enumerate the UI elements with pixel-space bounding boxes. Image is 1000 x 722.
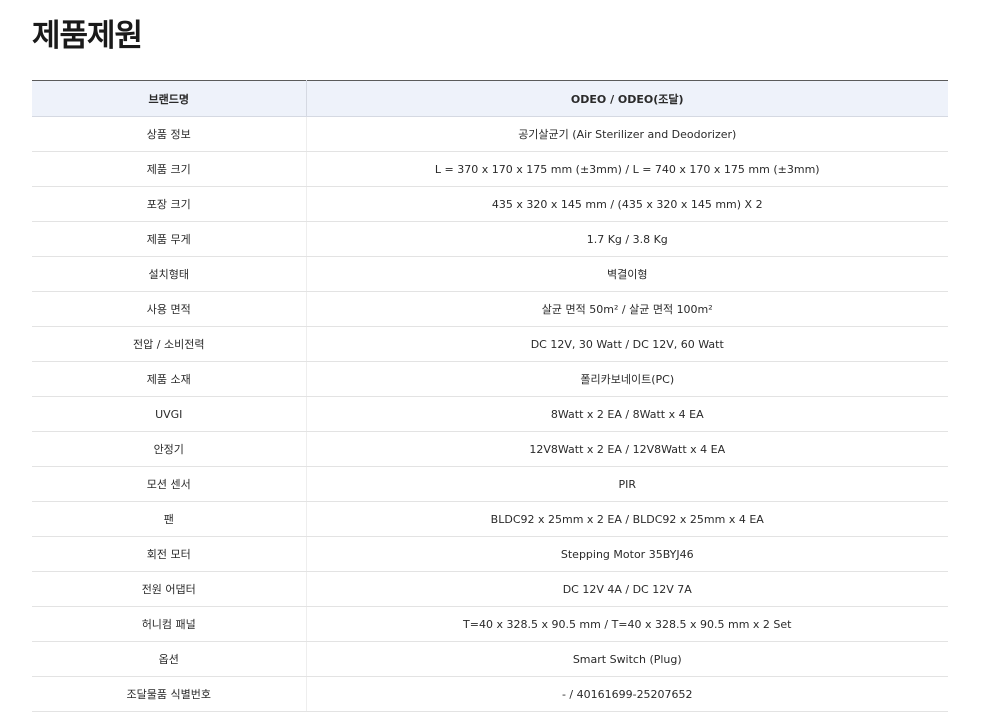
row-value: 폴리카보네이트(PC) [306,361,948,397]
row-value: DC 12V 4A / DC 12V 7A [306,571,948,607]
row-label: 옵션 [32,641,307,677]
table-row: 모션 센서 PIR [32,466,948,502]
table-row: 전원 어댑터 DC 12V 4A / DC 12V 7A [32,571,948,607]
table-row: 옵션 Smart Switch (Plug) [32,641,948,677]
spec-table-body: 상품 정보 공기살균기 (Air Sterilizer and Deodoriz… [32,116,948,712]
header-value-cell: ODEO / ODEO(조달) [306,80,948,117]
header-label-cell: 브랜드명 [32,80,307,117]
table-row: UVGI 8Watt x 2 EA / 8Watt x 4 EA [32,396,948,432]
row-value: PIR [306,466,948,502]
row-label: 제품 소재 [32,361,307,397]
row-value: BLDC92 x 25mm x 2 EA / BLDC92 x 25mm x 4… [306,501,948,537]
table-row: 제품 무게 1.7 Kg / 3.8 Kg [32,221,948,257]
row-label: 허니컴 패널 [32,606,307,642]
row-value: 435 x 320 x 145 mm / (435 x 320 x 145 mm… [306,186,948,222]
row-label: 상품 정보 [32,116,307,152]
row-value: Stepping Motor 35BYJ46 [306,536,948,572]
row-label: 전압 / 소비전력 [32,326,307,362]
row-label: 안정기 [32,431,307,467]
spec-table: 브랜드명 ODEO / ODEO(조달) 상품 정보 공기살균기 (Air St… [32,80,948,712]
row-value: T=40 x 328.5 x 90.5 mm / T=40 x 328.5 x … [306,606,948,642]
row-label: 팬 [32,501,307,537]
row-label: 사용 면적 [32,291,307,327]
row-value: L = 370 x 170 x 175 mm (±3mm) / L = 740 … [306,151,948,187]
row-value: 1.7 Kg / 3.8 Kg [306,221,948,257]
table-row: 팬 BLDC92 x 25mm x 2 EA / BLDC92 x 25mm x… [32,501,948,537]
row-value: 공기살균기 (Air Sterilizer and Deodorizer) [306,116,948,152]
page-title: 제품제원 [32,18,143,54]
table-row: 안정기 12V8Watt x 2 EA / 12V8Watt x 4 EA [32,431,948,467]
table-row: 회전 모터 Stepping Motor 35BYJ46 [32,536,948,572]
row-value: 8Watt x 2 EA / 8Watt x 4 EA [306,396,948,432]
row-label: 설치형태 [32,256,307,292]
table-row: 허니컴 패널 T=40 x 328.5 x 90.5 mm / T=40 x 3… [32,606,948,642]
row-value: - / 40161699-25207652 [306,676,948,712]
table-row: 조달물품 식별번호 - / 40161699-25207652 [32,676,948,712]
row-label: 제품 무게 [32,221,307,257]
header-row: 브랜드명 ODEO / ODEO(조달) [32,80,948,117]
row-label: 모션 센서 [32,466,307,502]
table-row: 상품 정보 공기살균기 (Air Sterilizer and Deodoriz… [32,116,948,152]
table-row: 설치형태 벽결이형 [32,256,948,292]
row-value: 벽결이형 [306,256,948,292]
table-row: 제품 크기 L = 370 x 170 x 175 mm (±3mm) / L … [32,151,948,187]
row-label: 제품 크기 [32,151,307,187]
table-row: 사용 면적 살균 면적 50m² / 살균 면적 100m² [32,291,948,327]
row-label: 회전 모터 [32,536,307,572]
row-label: 전원 어댑터 [32,571,307,607]
table-row: 전압 / 소비전력 DC 12V, 30 Watt / DC 12V, 60 W… [32,326,948,362]
table-row: 포장 크기 435 x 320 x 145 mm / (435 x 320 x … [32,186,948,222]
row-value: 살균 면적 50m² / 살균 면적 100m² [306,291,948,327]
row-label: 조달물품 식별번호 [32,676,307,712]
spec-table-header: 브랜드명 ODEO / ODEO(조달) [32,80,948,117]
row-label: UVGI [32,396,307,432]
row-value: 12V8Watt x 2 EA / 12V8Watt x 4 EA [306,431,948,467]
row-value: Smart Switch (Plug) [306,641,948,677]
table-row: 제품 소재 폴리카보네이트(PC) [32,361,948,397]
row-label: 포장 크기 [32,186,307,222]
row-value: DC 12V, 30 Watt / DC 12V, 60 Watt [306,326,948,362]
